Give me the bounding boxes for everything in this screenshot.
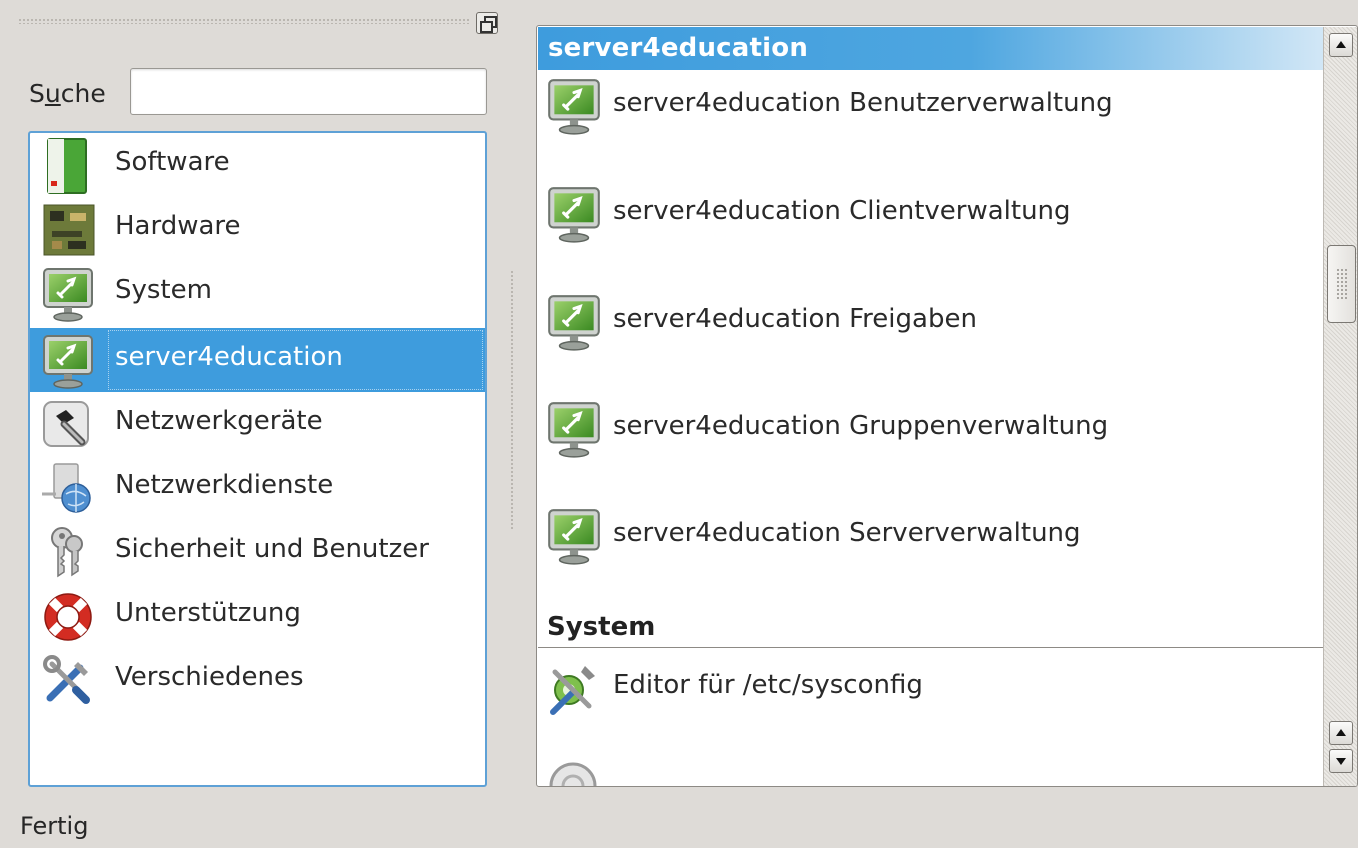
vertical-scrollbar[interactable] xyxy=(1323,27,1357,786)
module-item[interactable] xyxy=(537,756,1323,786)
category-item-sicherheit[interactable]: Sicherheit und Benutzer xyxy=(30,520,485,584)
module-item[interactable]: server4education Gruppenverwaltung xyxy=(537,399,1323,459)
module-label: server4education Benutzerverwaltung xyxy=(613,88,1113,118)
category-item-netzwerkgeraete[interactable]: Netzwerkgeräte xyxy=(30,392,485,456)
category-label: Netzwerkgeräte xyxy=(115,406,323,436)
group-header-system: System xyxy=(538,610,1324,648)
monitor-icon xyxy=(38,265,98,323)
category-list[interactable]: Software Hardware System server4educatio… xyxy=(28,131,487,787)
category-item-unterstuetzung[interactable]: Unterstützung xyxy=(30,584,485,648)
module-label: Editor für /etc/sysconfig xyxy=(613,670,923,700)
monitor-icon xyxy=(543,292,605,352)
monitor-icon xyxy=(38,332,98,390)
monitor-icon xyxy=(543,399,605,459)
category-item-system[interactable]: System xyxy=(30,261,485,325)
category-label: Software xyxy=(115,147,230,177)
category-item-server4education[interactable]: server4education xyxy=(30,328,485,392)
category-label: Unterstützung xyxy=(115,598,301,628)
tools-icon xyxy=(43,655,90,704)
scroll-up-button-lower[interactable] xyxy=(1329,721,1353,745)
dock-float-button[interactable] xyxy=(476,12,498,34)
group-title: server4education xyxy=(548,33,809,63)
module-item[interactable]: Editor für /etc/sysconfig xyxy=(537,658,1323,718)
module-list[interactable]: server4education server4education Benutz… xyxy=(536,25,1358,787)
keys-icon xyxy=(51,527,83,578)
category-label: Hardware xyxy=(115,211,241,241)
group-title: System xyxy=(547,612,656,642)
network-card-icon xyxy=(43,401,89,447)
circuit-board-icon xyxy=(43,204,95,256)
module-item[interactable]: server4education Serververwaltung xyxy=(537,506,1323,566)
module-label: server4education Serververwaltung xyxy=(613,518,1081,548)
module-label: server4education Freigaben xyxy=(613,304,977,334)
category-label: Verschiedenes xyxy=(115,662,304,692)
monitor-icon xyxy=(543,506,605,566)
software-package-icon xyxy=(47,138,87,194)
search-input[interactable] xyxy=(130,68,487,115)
category-item-netzwerkdienste[interactable]: Netzwerkdienste xyxy=(30,456,485,520)
category-item-software[interactable]: Software xyxy=(30,133,485,197)
scroll-up-button[interactable] xyxy=(1329,33,1353,57)
status-bar-text: Fertig xyxy=(20,812,89,840)
category-item-hardware[interactable]: Hardware xyxy=(30,197,485,261)
group-header-server4education: server4education xyxy=(538,27,1324,70)
monitor-icon xyxy=(543,184,605,244)
globe-server-icon xyxy=(42,463,91,513)
module-item[interactable]: server4education Clientverwaltung xyxy=(537,184,1323,244)
category-label: server4education xyxy=(115,342,343,372)
module-item[interactable]: server4education Freigaben xyxy=(537,292,1323,352)
module-item[interactable]: server4education Benutzerverwaltung xyxy=(537,76,1323,136)
panel-splitter[interactable] xyxy=(509,270,515,530)
search-label: Suche xyxy=(29,79,106,108)
module-label: server4education Clientverwaltung xyxy=(613,196,1071,226)
sysconfig-editor-icon xyxy=(550,666,595,715)
category-label: Netzwerkdienste xyxy=(115,470,334,500)
gear-icon xyxy=(549,762,597,786)
scroll-down-button[interactable] xyxy=(1329,749,1353,773)
scrollbar-thumb[interactable] xyxy=(1327,245,1356,323)
monitor-icon xyxy=(543,76,605,136)
category-label: System xyxy=(115,275,212,305)
dock-drag-handle[interactable] xyxy=(18,18,470,24)
lifebuoy-icon xyxy=(44,593,92,641)
category-item-verschiedenes[interactable]: Verschiedenes xyxy=(30,648,485,712)
module-label: server4education Gruppenverwaltung xyxy=(613,411,1109,441)
category-label: Sicherheit und Benutzer xyxy=(115,534,429,564)
